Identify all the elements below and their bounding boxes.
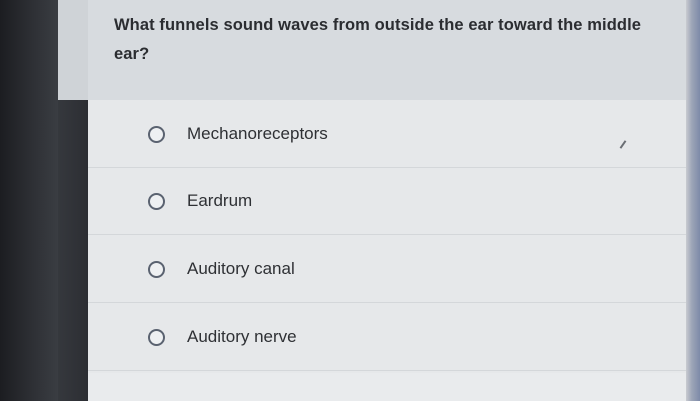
option-eardrum[interactable]: Eardrum — [88, 168, 686, 235]
monitor-bezel-right — [686, 0, 700, 401]
screen: What funnels sound waves from outside th… — [0, 0, 700, 401]
option-mechanoreceptors[interactable]: Mechanoreceptors — [88, 101, 686, 168]
radio-button-icon[interactable] — [148, 192, 165, 210]
card-bottom — [88, 373, 686, 401]
option-label: Mechanoreceptors — [187, 124, 328, 143]
monitor-bezel-left — [0, 0, 58, 401]
radio-button-icon[interactable] — [148, 328, 165, 346]
question-card: What funnels sound waves from outside th… — [58, 0, 686, 401]
question-text: What funnels sound waves from outside th… — [114, 11, 654, 69]
radio-button-icon[interactable] — [148, 260, 165, 278]
question-panel: What funnels sound waves from outside th… — [88, 0, 686, 100]
question-line-1: What funnels sound waves from outside th… — [114, 16, 642, 34]
option-label: Auditory canal — [187, 259, 295, 278]
option-label: Eardrum — [187, 191, 253, 210]
option-label: Auditory nerve — [187, 327, 297, 346]
option-auditory-canal[interactable]: Auditory canal — [88, 236, 686, 303]
option-auditory-nerve[interactable]: Auditory nerve — [88, 304, 686, 371]
question-panel-edge — [58, 0, 88, 100]
question-line-2: ear? — [114, 45, 150, 63]
radio-button-icon[interactable] — [148, 125, 165, 143]
